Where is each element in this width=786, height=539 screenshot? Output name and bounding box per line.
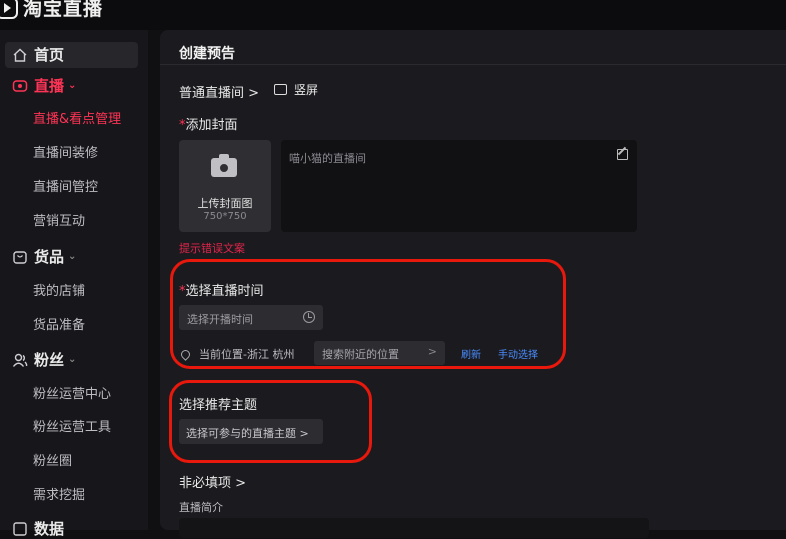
sidebar-item-fans-tools[interactable]: 粉丝运营工具	[33, 416, 111, 435]
sidebar-group-live[interactable]: 直播 ⌄	[12, 75, 76, 96]
camera-icon	[211, 154, 237, 177]
sidebar-group-home[interactable]: 首页	[12, 44, 64, 65]
sidebar-group-label: 直播	[34, 77, 65, 95]
room-type-selector[interactable]: 普通直播间 >	[179, 82, 259, 101]
brand-name: 淘宝直播	[23, 0, 104, 20]
header-divider	[160, 64, 786, 65]
intro-label: 直播简介	[179, 501, 223, 514]
fans-icon	[12, 353, 28, 367]
orientation-label: 竖屏	[294, 83, 319, 97]
sidebar-item-fans-circle[interactable]: 粉丝圈	[33, 450, 72, 469]
sidebar-group-data[interactable]: 数据	[12, 518, 64, 539]
cover-size-hint: 750*750	[203, 211, 247, 222]
sidebar-group-goods[interactable]: 货品 ⌄	[12, 246, 76, 267]
logo[interactable]: 淘宝直播	[0, 0, 103, 21]
upload-cover-text: 上传封面图	[197, 197, 253, 210]
intro-field[interactable]	[179, 518, 649, 538]
chevron-down-icon: ⌄	[68, 251, 77, 262]
optional-section-toggle[interactable]: 非必填项 >	[179, 472, 246, 491]
data-icon	[13, 521, 27, 536]
edit-icon[interactable]	[617, 149, 628, 160]
top-bar: 淘宝直播	[0, 0, 786, 30]
sidebar-group-label: 数据	[34, 520, 65, 538]
error-text: 提示错误文案	[179, 242, 245, 255]
highlight-box-time	[170, 259, 566, 369]
screen-icon	[274, 84, 287, 95]
sidebar-item-marketing[interactable]: 营销互动	[33, 210, 85, 229]
page-title: 创建预告	[179, 46, 235, 62]
sidebar-item-room-decor[interactable]: 直播间装修	[33, 142, 98, 161]
sidebar-item-room-control[interactable]: 直播间管控	[33, 176, 98, 195]
highlight-box-topic	[169, 380, 372, 463]
home-icon	[13, 48, 27, 62]
cover-label: *添加封面	[179, 114, 238, 133]
sidebar-item-demand[interactable]: 需求挖掘	[33, 484, 85, 503]
chevron-down-icon: ⌄	[68, 80, 77, 91]
sidebar-group-label: 首页	[34, 46, 65, 64]
live-title-value: 喵小猫的直播间	[289, 152, 366, 165]
cover-label-text: 添加封面	[185, 118, 238, 133]
play-logo-icon	[0, 0, 18, 19]
orientation-toggle[interactable]: 竖屏	[274, 81, 318, 98]
live-title-field[interactable]: 喵小猫的直播间	[281, 140, 637, 232]
goods-icon	[13, 250, 27, 264]
sidebar-item-goods-prep[interactable]: 货品准备	[33, 314, 85, 333]
cover-upload[interactable]: 上传封面图 750*750	[179, 140, 271, 232]
live-icon	[12, 79, 28, 92]
sidebar-group-label: 货品	[34, 248, 65, 266]
sidebar-item-my-shop[interactable]: 我的店铺	[33, 280, 85, 299]
sidebar-item-live-manage[interactable]: 直播&看点管理	[33, 108, 121, 127]
chevron-down-icon: ⌄	[68, 354, 77, 365]
sidebar-group-fans[interactable]: 粉丝 ⌄	[12, 349, 76, 370]
sidebar-item-fans-center[interactable]: 粉丝运营中心	[33, 383, 111, 402]
sidebar-group-label: 粉丝	[34, 351, 65, 369]
